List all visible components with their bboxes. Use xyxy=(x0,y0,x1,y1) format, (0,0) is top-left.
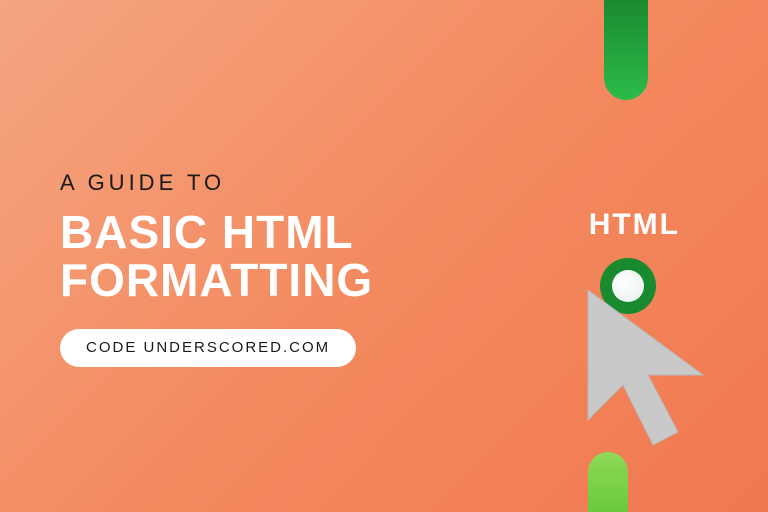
text-block: A GUIDE TO BASIC HTML FORMATTING CODE UN… xyxy=(60,170,373,367)
hero-banner: A GUIDE TO BASIC HTML FORMATTING CODE UN… xyxy=(0,0,768,512)
source-pill: CODE UNDERSCORED.COM xyxy=(60,329,356,367)
headline-line-1: BASIC HTML xyxy=(60,208,373,256)
headline: BASIC HTML FORMATTING xyxy=(60,208,373,305)
decorative-bottom-tab xyxy=(588,452,628,512)
kicker-text: A GUIDE TO xyxy=(60,170,373,196)
html-badge-label: HTML xyxy=(589,208,680,242)
source-pill-text: CODE UNDERSCORED.COM xyxy=(86,339,330,356)
cursor-arrow-icon xyxy=(568,280,748,460)
decorative-top-tab xyxy=(604,0,648,100)
headline-line-2: FORMATTING xyxy=(60,256,373,304)
